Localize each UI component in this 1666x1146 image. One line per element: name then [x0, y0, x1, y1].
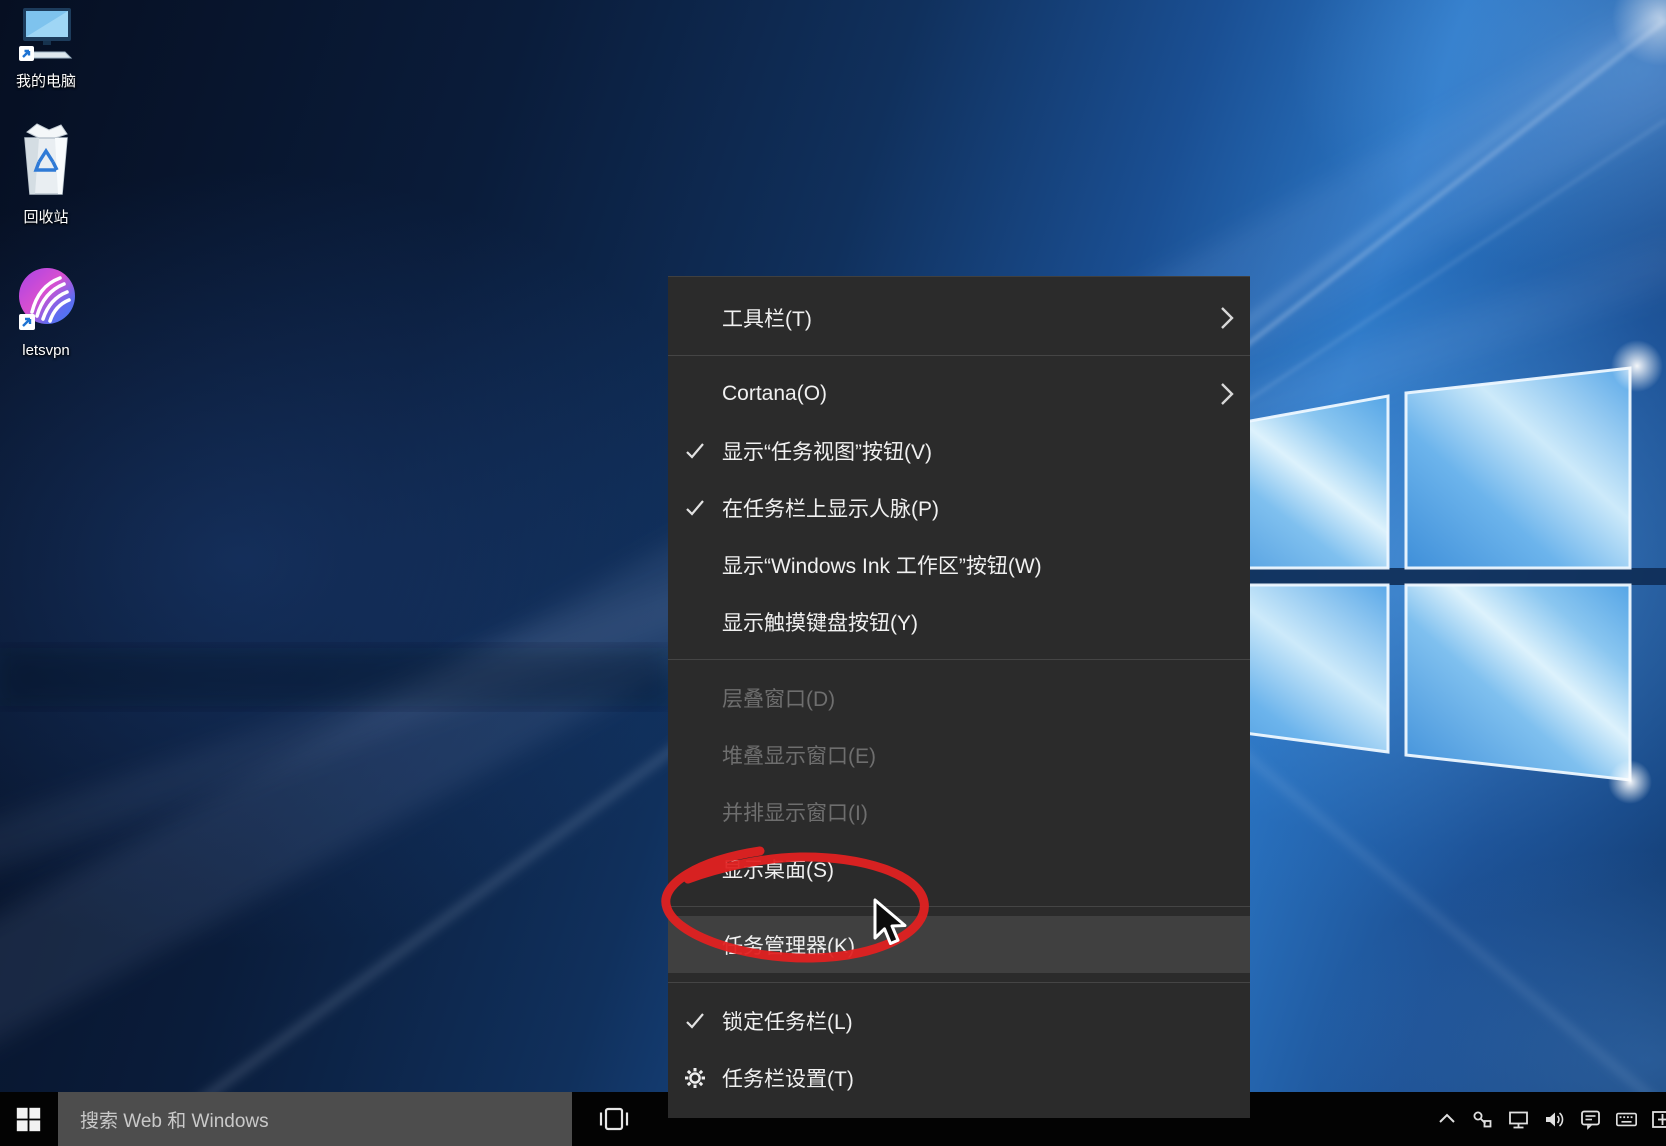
desktop-icon-label: 我的电脑 [4, 70, 88, 91]
desktop-icon-my-computer[interactable]: 我的电脑 [4, 6, 88, 91]
tray-device-icon[interactable] [1471, 1108, 1494, 1131]
menu-item-lock-taskbar[interactable]: 锁定任务栏(L) [668, 992, 1250, 1049]
recycle-bin-icon [15, 122, 77, 198]
desktop-icon-label: letsvpn [4, 342, 88, 359]
checkmark-icon [668, 1009, 722, 1033]
checkmark-icon [668, 496, 722, 520]
task-view-button[interactable] [586, 1092, 642, 1146]
my-computer-icon [13, 6, 79, 62]
menu-separator [668, 659, 1250, 660]
windows-start-icon [15, 1106, 42, 1133]
checkmark-icon [668, 439, 722, 463]
tray-ime-icon[interactable] [1651, 1108, 1666, 1131]
desktop-icon-recycle-bin[interactable]: 回收站 [4, 122, 88, 227]
tray-action-center-icon[interactable] [1579, 1108, 1602, 1131]
menu-separator [668, 982, 1250, 983]
menu-item-label: 显示触摸键盘按钮(Y) [722, 607, 1250, 637]
menu-item-side-by-side-windows: 并排显示窗口(I) [668, 783, 1250, 840]
menu-item-show-touch-keyboard[interactable]: 显示触摸键盘按钮(Y) [668, 593, 1250, 650]
menu-item-label: 并排显示窗口(I) [722, 797, 1250, 827]
menu-separator [668, 355, 1250, 356]
tray-touch-keyboard-icon[interactable] [1615, 1108, 1638, 1131]
menu-item-show-people[interactable]: 在任务栏上显示人脉(P) [668, 479, 1250, 536]
menu-item-label: 工具栏(T) [722, 303, 1220, 333]
menu-item-cascade-windows: 层叠窗口(D) [668, 669, 1250, 726]
tray-network-icon[interactable] [1507, 1108, 1530, 1131]
menu-separator [668, 906, 1250, 907]
menu-item-show-windows-ink[interactable]: 显示“Windows Ink 工作区”按钮(W) [668, 536, 1250, 593]
taskbar-context-menu: 工具栏(T) Cortana(O) 显示“任务视图”按钮(V) 在任务栏上显示人… [668, 276, 1250, 1118]
submenu-chevron-icon [1220, 381, 1234, 407]
menu-item-taskbar-settings[interactable]: 任务栏设置(T) [668, 1049, 1250, 1106]
taskbar-search-input[interactable]: 搜索 Web 和 Windows [58, 1092, 572, 1146]
menu-item-label: 任务栏设置(T) [722, 1063, 1250, 1093]
desktop-icon-label: 回收站 [4, 206, 88, 227]
desktop-icon-letsvpn[interactable]: letsvpn [4, 266, 88, 359]
menu-item-label: 锁定任务栏(L) [722, 1006, 1250, 1036]
menu-item-label: 堆叠显示窗口(E) [722, 740, 1250, 770]
tray-volume-icon[interactable] [1543, 1108, 1566, 1131]
search-placeholder: 搜索 Web 和 Windows [80, 1106, 269, 1133]
task-view-icon [598, 1106, 630, 1132]
menu-item-show-task-view[interactable]: 显示“任务视图”按钮(V) [668, 422, 1250, 479]
menu-item-label: 显示“任务视图”按钮(V) [722, 436, 1250, 466]
letsvpn-icon [14, 266, 78, 334]
system-tray [1435, 1092, 1666, 1146]
menu-item-label: 层叠窗口(D) [722, 683, 1250, 713]
menu-item-task-manager[interactable]: 任务管理器(K) [668, 916, 1250, 973]
gear-icon [668, 1066, 722, 1090]
menu-item-label: 任务管理器(K) [722, 930, 1250, 960]
tray-chevron-up-icon[interactable] [1435, 1108, 1458, 1131]
start-button[interactable] [0, 1092, 56, 1146]
menu-item-show-desktop[interactable]: 显示桌面(S) [668, 840, 1250, 897]
submenu-chevron-icon [1220, 305, 1234, 331]
menu-item-toolbars[interactable]: 工具栏(T) [668, 289, 1250, 346]
menu-item-label: 在任务栏上显示人脉(P) [722, 493, 1250, 523]
menu-item-stack-windows: 堆叠显示窗口(E) [668, 726, 1250, 783]
menu-item-label: Cortana(O) [722, 382, 1220, 406]
menu-item-label: 显示桌面(S) [722, 854, 1250, 884]
menu-item-cortana[interactable]: Cortana(O) [668, 365, 1250, 422]
menu-item-label: 显示“Windows Ink 工作区”按钮(W) [722, 550, 1250, 580]
